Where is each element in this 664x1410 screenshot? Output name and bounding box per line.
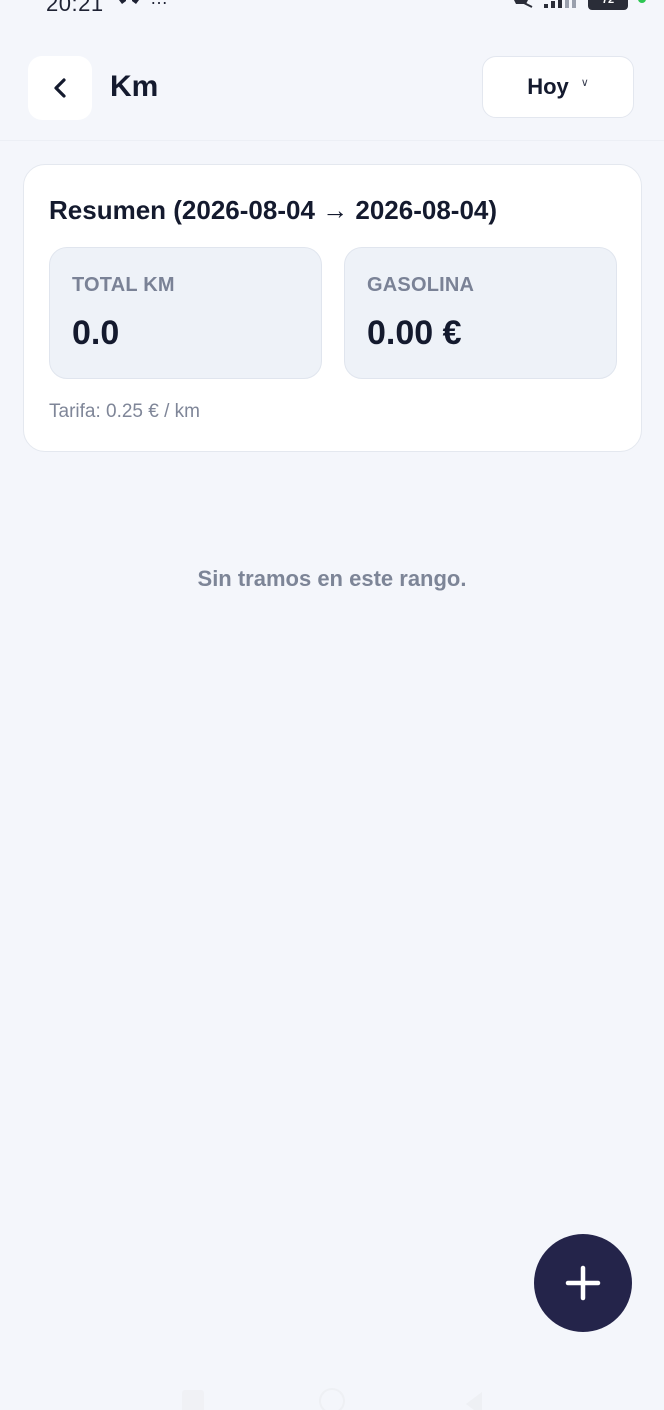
nav-back-icon[interactable] <box>462 1390 484 1410</box>
status-more-icon: … <box>150 0 168 9</box>
gasolina-value: 0.00 € <box>367 314 462 352</box>
chevron-left-icon <box>54 78 66 98</box>
total-km-value: 0.0 <box>72 314 120 352</box>
status-icons: 72 <box>508 0 646 10</box>
add-trip-button[interactable] <box>534 1234 632 1332</box>
privacy-indicator <box>638 0 646 3</box>
gasolina-label: GASOLINA <box>367 274 475 296</box>
mute-icon <box>514 0 533 8</box>
back-button[interactable] <box>28 56 92 120</box>
battery-icon: 72 <box>588 0 628 10</box>
signal-icon <box>544 0 576 8</box>
call-icon <box>119 0 139 4</box>
plus-icon <box>565 1265 601 1301</box>
summary-card: Resumen (2026-08-04 → 2026-08-04) TOTAL … <box>23 164 642 452</box>
status-bar: 20:21 … 72 <box>0 0 664 16</box>
date-range-select[interactable]: Hoy ∨ <box>482 56 634 118</box>
empty-state-message: Sin tramos en este rango. <box>197 566 467 591</box>
total-km-box: TOTAL KM 0.0 <box>49 247 322 379</box>
recents-icon[interactable] <box>182 1390 204 1410</box>
km-screen: 20:21 … 72 Km <box>0 0 664 1410</box>
range-select-value: Hoy <box>527 74 569 99</box>
gasolina-box: GASOLINA 0.00 € <box>344 247 617 379</box>
app-header: Km Hoy ∨ <box>0 50 664 141</box>
page-title: Km <box>110 70 159 103</box>
status-time: 20:21 <box>46 0 104 16</box>
chevron-down-icon: ∨ <box>580 76 589 89</box>
summary-title: Resumen (2026-08-04 → 2026-08-04) <box>49 195 498 225</box>
system-nav-bar <box>0 1388 664 1410</box>
total-km-label: TOTAL KM <box>72 274 175 296</box>
home-icon[interactable] <box>319 1388 345 1410</box>
rate-text: Tarifa: 0.25 € / km <box>49 401 201 422</box>
